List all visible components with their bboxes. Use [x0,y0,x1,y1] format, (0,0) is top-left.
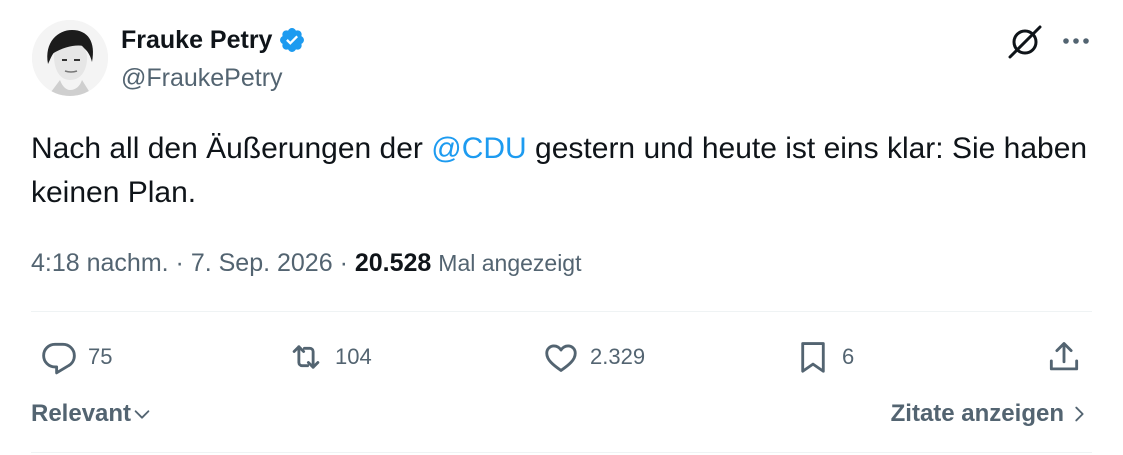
more-icon[interactable] [1058,26,1094,56]
retweet-count: 104 [335,344,372,369]
grok-icon[interactable] [1007,24,1043,60]
like-icon [545,344,577,372]
sort-label: Relevant [31,400,132,427]
mention-link[interactable]: @CDU [431,132,526,165]
bookmark-icon [801,342,825,373]
chevron-right-icon [1075,406,1084,422]
verified-badge-icon[interactable] [278,26,306,54]
like-count: 2.329 [590,344,646,369]
meta-separator: · [339,249,348,277]
chevron-down-icon [134,410,150,419]
show-quotes-link[interactable]: Zitate anzeigen [891,400,1090,428]
views-count: 20.528 [354,249,432,277]
like-button[interactable]: 2.329 [542,337,645,377]
share-icon [1049,342,1079,371]
reply-count: 75 [88,344,113,369]
bookmark-button[interactable]: 6 [794,337,854,377]
divider [31,311,1092,312]
bookmark-count: 6 [842,344,855,369]
share-button[interactable] [1045,337,1083,377]
sort-replies-dropdown[interactable]: Relevant [31,400,153,428]
views-label: Mal angezeigt [438,250,582,276]
tweet-date[interactable]: 7. Sep. 2026 [191,249,333,277]
avatar[interactable] [32,20,108,96]
retweet-icon [292,345,320,369]
tweet-text-before: Nach all den Äußerungen der [31,132,432,165]
avatar-image [32,20,108,96]
bottom-divider [31,452,1092,453]
meta-separator: · [175,249,184,277]
tweet-text: Nach all den Äußerungen der @CDU gestern… [31,127,1091,215]
quotes-label: Zitate anzeigen [890,400,1064,427]
tweet-meta: 4:18 nachm. · 7. Sep. 2026 · 20.528 Mal … [31,246,581,280]
retweet-button[interactable]: 104 [287,337,372,377]
tweet-time[interactable]: 4:18 nachm. [31,249,169,277]
reply-button[interactable]: 75 [40,337,112,377]
reply-icon [42,342,76,375]
author-handle[interactable]: @FraukePetry [121,64,283,93]
author-name[interactable]: Frauke Petry [121,24,272,56]
author-name-row[interactable]: Frauke Petry [121,24,306,56]
